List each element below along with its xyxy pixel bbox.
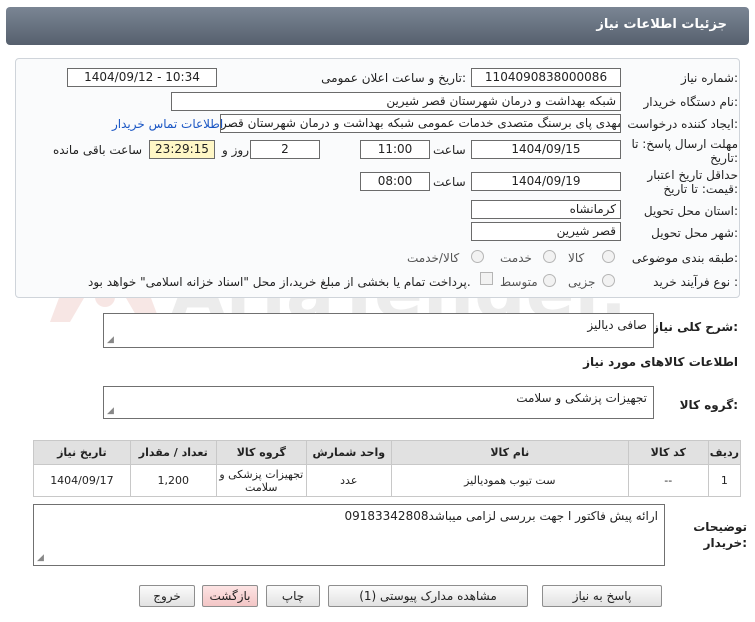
- cell-need-date: 1404/09/17: [33, 464, 131, 497]
- cell-group: تجهیزات پزشکی و سلامت: [215, 464, 307, 497]
- page-title: جزئیات اطلاعات نیاز: [596, 17, 727, 32]
- deadline-date-field[interactable]: 1404/09/15: [471, 140, 621, 159]
- creator-field[interactable]: مهدی پای برسنگ متصدی خدمات عمومی شبکه به…: [220, 114, 621, 133]
- table-row[interactable]: 1 -- ست تیوب همودیالیز عدد تجهیزات پزشکی…: [33, 464, 742, 497]
- print-button[interactable]: چاپ: [266, 585, 320, 607]
- goods-group-text: تجهیزات پزشکی و سلامت: [516, 391, 647, 405]
- purchase-type-label: نوع فرآیند خرید :: [653, 275, 738, 289]
- purchase-radio-medium[interactable]: [543, 274, 556, 287]
- need-number-label: شماره نیاز:: [680, 71, 738, 85]
- category-option-service: خدمت: [500, 251, 532, 265]
- col-header-unit: واحد شمارش: [305, 440, 392, 465]
- purchase-option-medium: متوسط: [500, 275, 538, 289]
- category-option-both: کالا/خدمت: [407, 251, 460, 265]
- col-header-need-date: تاریخ نیاز: [33, 440, 131, 465]
- province-label: استان محل تحویل:: [643, 204, 738, 218]
- payment-note: پرداخت تمام یا بخشی از مبلغ خرید،از محل …: [88, 275, 471, 289]
- col-header-quantity: تعداد / مقدار: [129, 440, 217, 465]
- buyer-notes-textarea[interactable]: ارائه پیش فاکتور ا جهت بررسی لزامی میباش…: [33, 504, 665, 566]
- buyer-notes-label-2: خریدار:: [703, 536, 747, 550]
- treasury-bonds-checkbox[interactable]: [480, 272, 493, 285]
- remaining-time-field: 23:29:15: [149, 140, 215, 159]
- goods-group-textarea[interactable]: تجهیزات پزشکی و سلامت ◢: [103, 386, 654, 419]
- validity-time-label: ساعت: [433, 175, 466, 189]
- items-table: ردیف کد کالا نام کالا واحد شمارش گروه کا…: [33, 440, 742, 497]
- deadline-label: مهلت ارسال پاسخ: تا: [631, 137, 738, 151]
- category-radio-both[interactable]: [471, 250, 484, 263]
- category-option-goods: کالا: [568, 251, 585, 265]
- col-header-code: کد کالا: [627, 440, 709, 465]
- validity-label: حداقل تاریخ اعتبار: [647, 168, 738, 182]
- need-number-field[interactable]: 1104090838000086: [471, 68, 621, 87]
- creator-label: ایجاد کننده درخواست:: [627, 117, 738, 131]
- buyer-org-label: نام دستگاه خریدار:: [643, 95, 739, 109]
- title-bar: جزئیات اطلاعات نیاز: [6, 7, 749, 45]
- deadline-time-label: ساعت: [433, 143, 466, 157]
- category-radio-goods[interactable]: [602, 250, 615, 263]
- buyer-org-field[interactable]: شبکه بهداشت و درمان شهرستان قصر شیرین: [171, 92, 621, 111]
- cell-code: --: [627, 464, 709, 497]
- col-header-name: نام کالا: [390, 440, 629, 465]
- goods-group-label: گروه کالا:: [679, 398, 738, 412]
- cell-name: ست تیوب همودیالیز: [390, 464, 629, 497]
- contact-info-link[interactable]: اطلاعات تماس خریدار: [112, 117, 223, 131]
- back-button[interactable]: بازگشت: [202, 585, 258, 607]
- deadline-time-field[interactable]: 11:00: [360, 140, 430, 159]
- table-header-row: ردیف کد کالا نام کالا واحد شمارش گروه کا…: [33, 440, 742, 465]
- col-header-row-number: ردیف: [707, 440, 742, 465]
- days-remaining-field[interactable]: 2: [250, 140, 320, 159]
- buyer-notes-text: ارائه پیش فاکتور ا جهت بررسی لزامی میباش…: [344, 509, 658, 523]
- purchase-radio-minor[interactable]: [602, 274, 615, 287]
- col-header-group: گروه کالا: [215, 440, 307, 465]
- resize-handle-icon[interactable]: ◢: [107, 335, 114, 345]
- description-label: شرح کلی نیاز:: [652, 320, 738, 334]
- remaining-time-label: ساعت باقی مانده: [53, 143, 143, 157]
- validity-label-2: قیمت: تا تاریخ:: [663, 182, 738, 196]
- cell-row-number: 1: [707, 464, 742, 497]
- description-text: صافی دیالیز: [587, 318, 647, 332]
- city-field[interactable]: قصر شیرین: [471, 222, 621, 241]
- province-field[interactable]: کرمانشاه: [471, 200, 621, 219]
- attachments-button[interactable]: مشاهده مدارک پیوستی (1): [328, 585, 528, 607]
- deadline-label-2: تاریخ:: [710, 151, 738, 165]
- description-textarea[interactable]: صافی دیالیز ◢: [103, 313, 654, 348]
- category-label: طبقه بندی موضوعی:: [631, 251, 738, 265]
- announce-datetime-field[interactable]: 1404/09/12 - 10:34: [67, 68, 217, 87]
- announce-label: تاریخ و ساعت اعلان عمومی:: [321, 71, 466, 85]
- category-radio-service[interactable]: [543, 250, 556, 263]
- resize-handle-icon[interactable]: ◢: [107, 406, 114, 416]
- city-label: شهر محل تحویل:: [651, 226, 738, 240]
- validity-time-field[interactable]: 08:00: [360, 172, 430, 191]
- exit-button[interactable]: خروج: [139, 585, 195, 607]
- buyer-notes-label: توضیحات: [693, 520, 747, 534]
- cell-unit: عدد: [305, 464, 392, 497]
- days-label: روز و: [222, 143, 249, 157]
- purchase-option-minor: جزیی: [568, 275, 596, 289]
- cell-quantity: 1,200: [129, 464, 217, 497]
- goods-section-title: اطلاعات کالاهای مورد نیاز: [583, 355, 738, 369]
- resize-handle-icon[interactable]: ◢: [37, 553, 44, 563]
- validity-date-field[interactable]: 1404/09/19: [471, 172, 621, 191]
- reply-button[interactable]: پاسخ به نیاز: [542, 585, 662, 607]
